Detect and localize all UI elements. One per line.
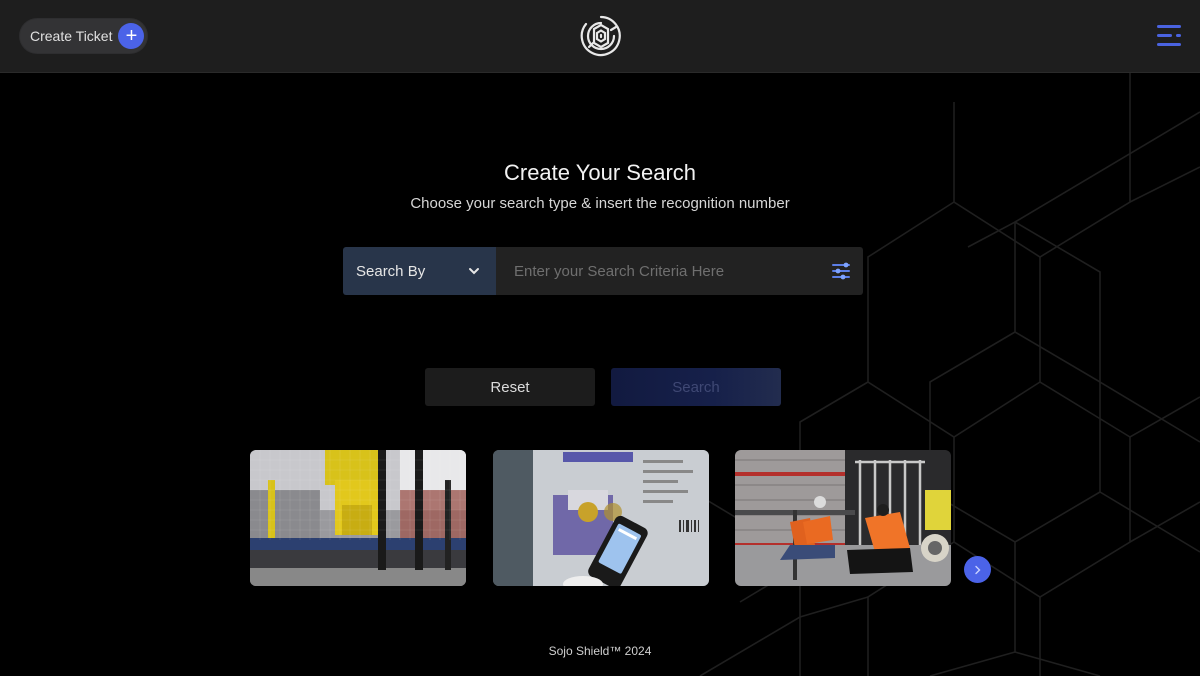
top-header: Create Ticket + — [0, 0, 1200, 73]
search-button[interactable]: Search — [611, 368, 781, 406]
create-ticket-button[interactable]: Create Ticket + — [20, 19, 148, 53]
page-subtitle: Choose your search type & insert the rec… — [410, 195, 790, 212]
carousel-item-robot-arm[interactable] — [250, 450, 466, 586]
plus-icon: + — [118, 23, 145, 49]
footer-copyright: Sojo Shield™ 2024 — [548, 644, 652, 658]
search-by-label: Search By — [356, 262, 426, 280]
create-ticket-label: Create Ticket — [30, 28, 113, 44]
sliders-icon[interactable] — [831, 262, 851, 280]
search-bar: Search By — [343, 247, 863, 295]
search-criteria-input[interactable] — [512, 261, 831, 281]
barcode-scanner-image — [493, 450, 709, 586]
hamburger-menu-icon[interactable] — [1154, 22, 1184, 50]
chevron-right-icon — [974, 565, 980, 574]
reset-button[interactable]: Reset — [425, 368, 595, 406]
chevron-down-icon — [469, 268, 479, 275]
carousel-item-warehouse-workers[interactable] — [735, 450, 951, 586]
warehouse-workers-image — [735, 450, 951, 586]
carousel-next-button[interactable] — [964, 556, 991, 583]
search-input-wrapper — [496, 247, 863, 295]
page-title: Create Your Search — [503, 160, 697, 185]
robot-arm-image — [250, 450, 466, 586]
shield-logo-icon[interactable] — [580, 15, 622, 57]
search-by-dropdown[interactable]: Search By — [343, 247, 496, 295]
carousel-item-barcode-scanner[interactable] — [493, 450, 709, 586]
